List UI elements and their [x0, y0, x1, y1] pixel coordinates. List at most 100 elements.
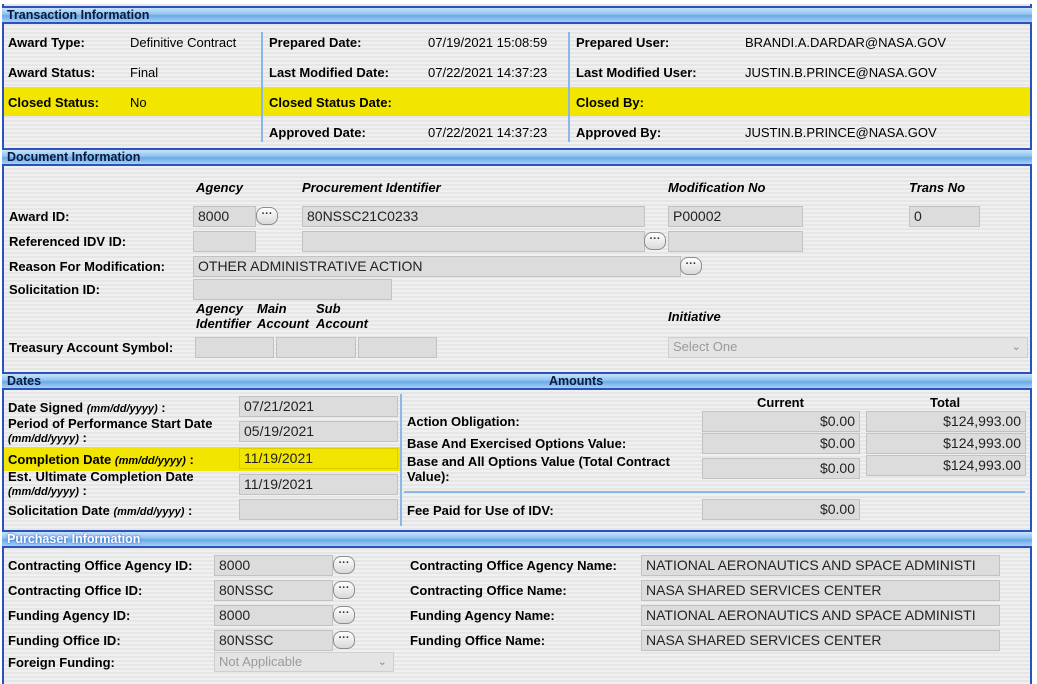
solicitation-date-input[interactable] [239, 499, 398, 520]
initiative-selected-value: Select One [673, 339, 738, 354]
col-modification-header: Modification No [668, 180, 766, 195]
ref-idv-lookup-button[interactable]: ··· [644, 232, 666, 250]
date-signed-input[interactable]: 07/21/2021 [239, 396, 398, 417]
approved-by-value: JUSTIN.B.PRINCE@NASA.GOV [745, 125, 937, 140]
col-trans-header: Trans No [909, 180, 966, 195]
co-name-label: Contracting Office Name: [410, 583, 567, 598]
award-status-label: Award Status: [8, 65, 96, 80]
procurement-id-input[interactable]: 80NSSC21C0233 [302, 206, 645, 227]
solicitation-date-label: Solicitation Date (mm/dd/yyyy) : [8, 503, 193, 518]
co-id-input[interactable]: 80NSSC [214, 580, 333, 601]
agency-input[interactable]: 8000 [193, 206, 256, 227]
approved-date-value: 07/22/2021 14:37:23 [428, 125, 548, 140]
action-obligation-current: $0.00 [702, 411, 860, 432]
tas-sub-account-header: Sub Account [316, 301, 368, 331]
reason-for-modification-label: Reason For Modification: [9, 259, 165, 274]
funding-agency-id-lookup-button[interactable]: ··· [333, 606, 355, 624]
last-modified-date-label: Last Modified Date: [269, 65, 389, 80]
est-completion-date-input[interactable]: 11/19/2021 [239, 474, 398, 495]
amounts-section-title: Amounts [549, 374, 604, 388]
column-divider [261, 32, 263, 142]
referenced-idv-label: Referenced IDV ID: [9, 234, 127, 249]
base-all-options-current: $0.00 [702, 458, 860, 479]
initiative-header: Initiative [668, 309, 721, 324]
amounts-divider [404, 491, 1025, 493]
section-title: Document Information [7, 150, 141, 164]
funding-office-id-lookup-button[interactable]: ··· [333, 631, 355, 649]
solicitation-id-label: Solicitation ID: [9, 282, 100, 297]
treasury-account-symbol-label: Treasury Account Symbol: [9, 340, 174, 355]
funding-office-name-input[interactable]: NASA SHARED SERVICES CENTER [641, 630, 1000, 651]
completion-date-input[interactable]: 11/19/2021 [239, 448, 398, 469]
last-modified-user-value: JUSTIN.B.PRINCE@NASA.GOV [745, 65, 937, 80]
section-title: Transaction Information [7, 8, 150, 22]
co-agency-id-lookup-button[interactable]: ··· [333, 556, 355, 574]
foreign-funding-select[interactable]: Not Applicable ⌄ [214, 652, 394, 672]
funding-office-name-label: Funding Office Name: [410, 633, 546, 648]
co-id-label: Contracting Office ID: [8, 583, 143, 598]
funding-agency-name-input[interactable]: NATIONAL AERONAUTICS AND SPACE ADMINISTI [641, 605, 1000, 626]
pop-start-date-input[interactable]: 05/19/2021 [239, 421, 398, 442]
foreign-funding-selected-value: Not Applicable [219, 654, 303, 669]
action-obligation-total: $124,993.00 [866, 411, 1026, 432]
dates-section-title: Dates [7, 374, 42, 388]
fee-paid-label: Fee Paid for Use of IDV: [407, 503, 554, 518]
base-exercised-total: $124,993.00 [866, 433, 1026, 454]
co-agency-name-label: Contracting Office Agency Name: [410, 558, 617, 573]
tas-agency-identifier-header: Agency Identifier [196, 301, 251, 331]
award-status-value: Final [130, 65, 159, 80]
co-agency-id-input[interactable]: 8000 [214, 555, 333, 576]
chevron-down-icon: ⌄ [377, 656, 387, 668]
approved-by-label: Approved By: [576, 125, 662, 140]
trans-no-input[interactable]: 0 [909, 206, 980, 227]
closed-status-value: No [130, 95, 147, 110]
col-current-header: Current [757, 395, 804, 410]
section-header-document: Document Information [2, 148, 1032, 166]
agency-lookup-button[interactable]: ··· [256, 207, 278, 225]
section-header-purchaser: Purchaser Information [2, 530, 1032, 548]
ref-idv-procurement-input[interactable] [302, 231, 645, 252]
col-procurement-header: Procurement Identifier [302, 180, 441, 195]
chevron-down-icon: ⌄ [1011, 341, 1021, 353]
closed-status-label: Closed Status: [8, 95, 100, 110]
fee-paid-value: $0.00 [702, 499, 860, 520]
closed-row-highlight [4, 87, 1030, 116]
tas-sub-input[interactable] [358, 337, 437, 358]
section-header-dates-amounts: Dates Amounts [2, 372, 1032, 390]
funding-office-id-label: Funding Office ID: [8, 633, 121, 648]
col-total-header: Total [930, 395, 961, 410]
tas-main-account-header: Main Account [257, 301, 309, 331]
ref-idv-modification-input[interactable] [668, 231, 803, 252]
award-id-label: Award ID: [9, 209, 70, 224]
initiative-select[interactable]: Select One ⌄ [668, 337, 1028, 358]
prepared-user-label: Prepared User: [576, 35, 670, 50]
base-all-options-label: Base and All Options Value (Total Contra… [407, 454, 670, 484]
date-signed-label: Date Signed (mm/dd/yyyy) : [8, 400, 166, 415]
co-name-input[interactable]: NASA SHARED SERVICES CENTER [641, 580, 1000, 601]
ref-idv-agency-input[interactable] [193, 231, 256, 252]
co-agency-name-input[interactable]: NATIONAL AERONAUTICS AND SPACE ADMINISTI [641, 555, 1000, 576]
modification-no-input[interactable]: P00002 [668, 206, 803, 227]
funding-office-id-input[interactable]: 80NSSC [214, 630, 333, 651]
base-exercised-current: $0.00 [702, 433, 860, 454]
reason-lookup-button[interactable]: ··· [680, 257, 702, 275]
approved-date-label: Approved Date: [269, 125, 366, 140]
tas-agency-input[interactable] [195, 337, 274, 358]
section-title: Purchaser Information [7, 532, 141, 546]
closed-status-date-label: Closed Status Date: [269, 95, 392, 110]
tas-main-input[interactable] [276, 337, 356, 358]
column-divider [400, 394, 402, 526]
est-completion-date-label: Est. Ultimate Completion Date (mm/dd/yyyy… [8, 469, 194, 499]
solicitation-id-input[interactable] [193, 279, 392, 300]
foreign-funding-label: Foreign Funding: [8, 655, 115, 670]
funding-agency-id-input[interactable]: 8000 [214, 605, 333, 626]
funding-agency-name-label: Funding Agency Name: [410, 608, 555, 623]
action-obligation-label: Action Obligation: [407, 414, 520, 429]
award-type-label: Award Type: [8, 35, 85, 50]
co-id-lookup-button[interactable]: ··· [333, 581, 355, 599]
prepared-user-value: BRANDI.A.DARDAR@NASA.GOV [745, 35, 947, 50]
last-modified-date-value: 07/22/2021 14:37:23 [428, 65, 548, 80]
col-agency-header: Agency [196, 180, 243, 195]
section-header-transaction: Transaction Information [2, 6, 1032, 24]
reason-for-modification-input[interactable]: OTHER ADMINISTRATIVE ACTION [193, 256, 681, 277]
